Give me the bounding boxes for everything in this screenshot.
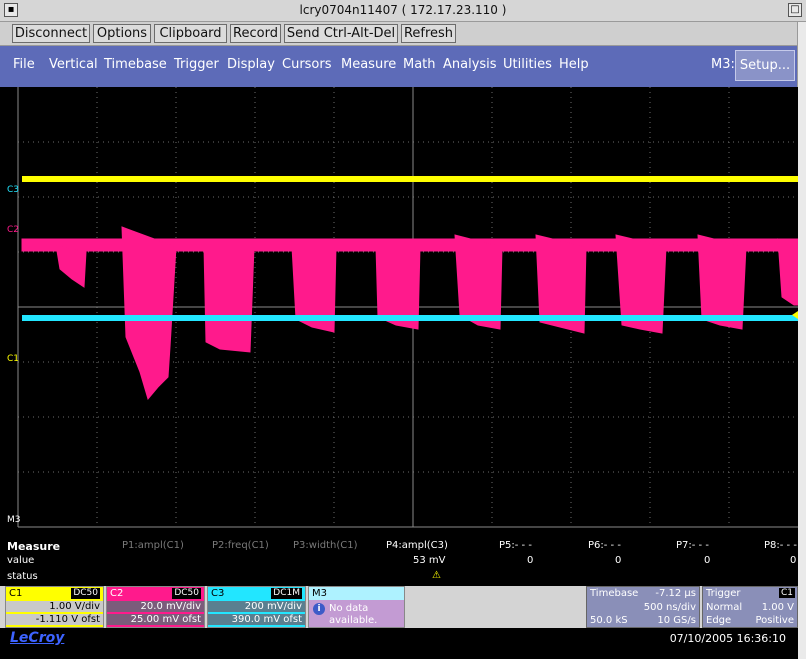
menu-math[interactable]: Math bbox=[403, 57, 436, 72]
window-title: lcry0704n11407 ( 172.17.23.110 ) bbox=[299, 3, 507, 17]
trigger-box[interactable]: Trigger C1 Normal 1.00 V Edge Positive bbox=[702, 586, 798, 628]
measure-row-status: status bbox=[7, 571, 38, 582]
setup-button[interactable]: Setup... bbox=[735, 50, 795, 81]
menu-analysis[interactable]: Analysis bbox=[443, 57, 497, 72]
menu-utilities[interactable]: Utilities bbox=[503, 57, 552, 72]
menu-measure[interactable]: Measure bbox=[341, 57, 396, 72]
trigger-type: Edge bbox=[706, 615, 732, 626]
c2-vdiv: 20.0 mV/div bbox=[107, 601, 204, 612]
c1-name: C1 bbox=[9, 588, 23, 599]
menu-timebase[interactable]: Timebase bbox=[104, 57, 167, 72]
marker-c1[interactable]: C1 bbox=[7, 354, 19, 364]
vnc-toolbar: Disconnect Options Clipboard Record Send… bbox=[0, 22, 806, 46]
marker-c2[interactable]: C2 bbox=[7, 225, 19, 235]
measure-value-p6: 0 bbox=[615, 555, 622, 566]
measure-value-p8: 0 bbox=[790, 555, 797, 566]
c3-offset: 390.0 mV ofst bbox=[208, 614, 305, 625]
measure-param-p6[interactable]: P6:- - - bbox=[588, 540, 621, 551]
clipboard-button[interactable]: Clipboard bbox=[154, 24, 227, 43]
measure-param-p5[interactable]: P5:- - - bbox=[499, 540, 532, 551]
waveform-grid bbox=[17, 87, 798, 528]
record-button[interactable]: Record bbox=[230, 24, 281, 43]
measure-value-p7: 0 bbox=[704, 555, 711, 566]
channel-c2-box[interactable]: C2 DC50 20.0 mV/div 25.00 mV ofst bbox=[106, 586, 205, 628]
menu-help[interactable]: Help bbox=[559, 57, 589, 72]
send-ctrl-alt-del-button[interactable]: Send Ctrl-Alt-Del bbox=[284, 24, 398, 43]
info-icon: i bbox=[313, 603, 325, 615]
m3-label: M3: bbox=[711, 57, 735, 72]
measure-param-p3[interactable]: P3:width(C1) bbox=[293, 540, 357, 551]
c1-offset: -1.110 V ofst bbox=[6, 614, 103, 625]
m3-status-line2: available. bbox=[329, 615, 378, 626]
measure-param-p2[interactable]: P2:freq(C1) bbox=[212, 540, 269, 551]
menu-vertical[interactable]: Vertical bbox=[49, 57, 98, 72]
waveform-display[interactable]: C3 C2 C1 M3 bbox=[0, 87, 798, 540]
refresh-button[interactable]: Refresh bbox=[401, 24, 456, 43]
datetime: 07/10/2005 16:36:10 bbox=[669, 632, 786, 645]
trace-c2 bbox=[21, 226, 798, 401]
disconnect-button[interactable]: Disconnect bbox=[12, 24, 90, 43]
measure-title: Measure bbox=[7, 540, 61, 553]
timebase-box[interactable]: Timebase -7.12 µs 500 ns/div 50.0 kS 10 … bbox=[586, 586, 700, 628]
status-bar: LeCroy 07/10/2005 16:36:10 bbox=[0, 628, 798, 659]
trigger-mode: Normal bbox=[706, 602, 743, 613]
m3-name: M3 bbox=[312, 588, 327, 599]
window-maximize-icon[interactable]: □ bbox=[788, 3, 802, 17]
measure-value-p4: 53 mV bbox=[413, 555, 446, 566]
status-warning-icon: ⚠ bbox=[432, 570, 441, 581]
c2-offset: 25.00 mV ofst bbox=[107, 614, 204, 625]
timebase-rate: 10 GS/s bbox=[657, 615, 696, 626]
measure-value-p5: 0 bbox=[527, 555, 534, 566]
measure-param-p7[interactable]: P7:- - - bbox=[676, 540, 709, 551]
measure-param-p8[interactable]: P8:- - - bbox=[764, 540, 797, 551]
c3-vdiv: 200 mV/div bbox=[208, 601, 305, 612]
c2-coupling: DC50 bbox=[172, 588, 201, 599]
trigger-label: Trigger bbox=[706, 588, 741, 599]
trigger-slope: Positive bbox=[755, 615, 794, 626]
trigger-level: 1.00 V bbox=[761, 602, 794, 613]
marker-m3[interactable]: M3 bbox=[7, 515, 21, 525]
timebase-label: Timebase bbox=[590, 588, 639, 599]
timebase-samples: 50.0 kS bbox=[590, 615, 628, 626]
measure-param-p1[interactable]: P1:ampl(C1) bbox=[122, 540, 184, 551]
options-button[interactable]: Options bbox=[93, 24, 151, 43]
menu-display[interactable]: Display bbox=[227, 57, 275, 72]
lecroy-logo[interactable]: LeCroy bbox=[10, 630, 64, 646]
window-titlebar: ▪ lcry0704n11407 ( 172.17.23.110 ) □ bbox=[0, 0, 806, 22]
c1-vdiv: 1.00 V/div bbox=[6, 601, 103, 612]
channel-c3-box[interactable]: C3 DC1M 200 mV/div 390.0 mV ofst bbox=[207, 586, 306, 628]
timebase-tdiv: 500 ns/div bbox=[643, 602, 696, 613]
c1-coupling: DC50 bbox=[71, 588, 100, 599]
channel-m3-box[interactable]: M3 i No data available. bbox=[308, 586, 405, 628]
c3-coupling: DC1M bbox=[271, 588, 302, 599]
menu-file[interactable]: File bbox=[13, 57, 35, 72]
menu-trigger[interactable]: Trigger bbox=[174, 57, 219, 72]
timebase-delay: -7.12 µs bbox=[655, 588, 696, 599]
c3-name: C3 bbox=[211, 588, 225, 599]
window-scrollbar[interactable] bbox=[797, 22, 806, 659]
marker-c3[interactable]: C3 bbox=[7, 185, 19, 195]
trigger-channel: C1 bbox=[778, 588, 795, 598]
c2-name: C2 bbox=[110, 588, 124, 599]
measure-param-p4[interactable]: P4:ampl(C3) bbox=[386, 540, 448, 551]
menu-cursors[interactable]: Cursors bbox=[282, 57, 332, 72]
m3-status-line1: No data bbox=[329, 603, 369, 614]
channel-c1-box[interactable]: C1 DC50 1.00 V/div -1.110 V ofst bbox=[5, 586, 104, 628]
scope-menu-bar: File Vertical Timebase Trigger Display C… bbox=[0, 46, 798, 87]
measure-row-value: value bbox=[7, 555, 35, 566]
measure-table[interactable]: Measure value status P1:ampl(C1) P2:freq… bbox=[0, 540, 798, 586]
